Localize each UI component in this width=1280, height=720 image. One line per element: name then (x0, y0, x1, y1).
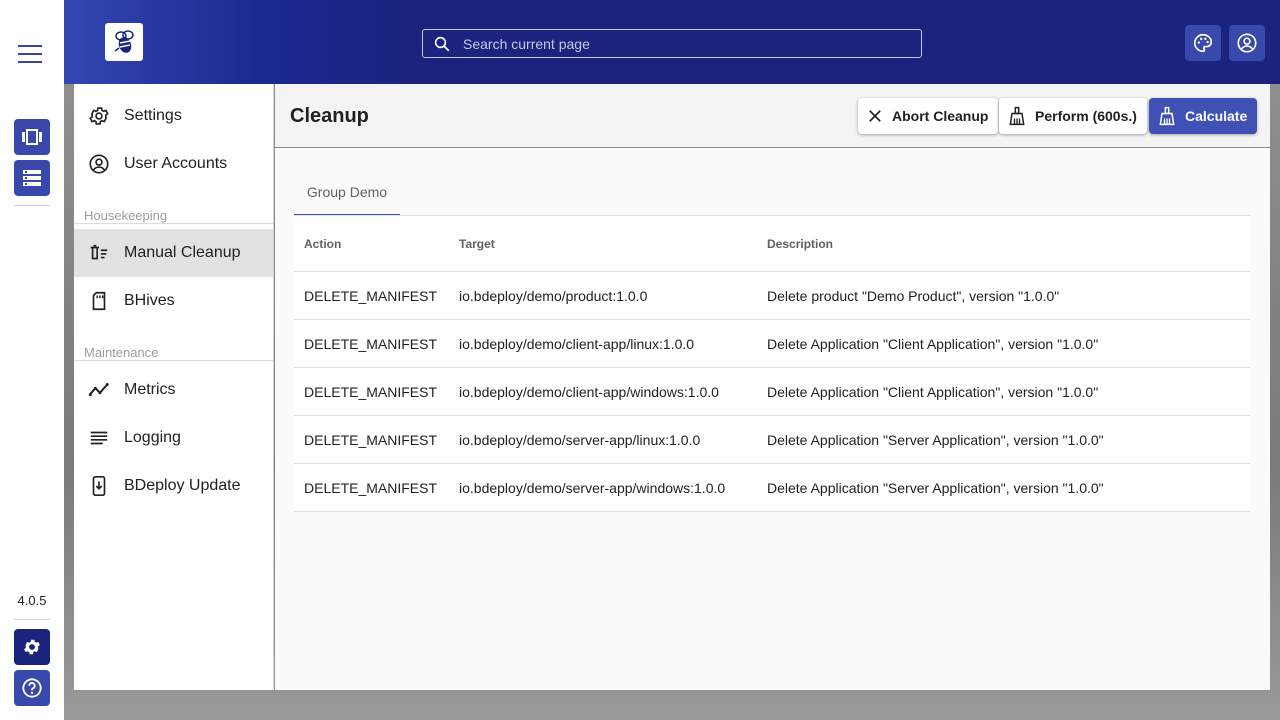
sidebar-item-label: User Accounts (124, 155, 228, 172)
cell-action: DELETE_MANIFEST (304, 287, 438, 304)
user-account-icon[interactable] (1229, 25, 1265, 61)
bee-logo-icon[interactable] (105, 23, 143, 61)
search-input[interactable] (455, 35, 921, 52)
table-row[interactable]: DELETE_MANIFEST io.bdeploy/demo/server-a… (294, 416, 1250, 464)
sidebar-item-logging[interactable]: Logging (74, 414, 273, 462)
table-row[interactable]: DELETE_MANIFEST io.bdeploy/demo/client-a… (294, 320, 1250, 368)
cell-action: DELETE_MANIFEST (304, 431, 438, 448)
sidebar-item-bhives[interactable]: BHives (74, 277, 273, 325)
cell-target: io.bdeploy/demo/client-app/linux:1.0.0 (459, 335, 695, 352)
sidebar-item-label: BDeploy Update (124, 477, 241, 494)
cell-description: Delete Application "Server Application",… (767, 431, 1104, 448)
sidebar-item-metrics[interactable]: Metrics (74, 366, 273, 414)
instances-icon[interactable] (14, 119, 50, 155)
table-row[interactable]: DELETE_MANIFEST io.bdeploy/demo/server-a… (294, 464, 1250, 512)
admin-sidebar: Settings User Accounts Housekeeping Manu… (74, 84, 274, 690)
search-icon (429, 35, 455, 53)
sidebar-item-label: Logging (124, 429, 181, 446)
table-row[interactable]: DELETE_MANIFEST io.bdeploy/demo/product:… (294, 272, 1250, 320)
sidebar-item-label: Metrics (124, 381, 176, 398)
cell-description: Delete Application "Server Application",… (767, 479, 1104, 496)
column-header-description[interactable]: Description (757, 237, 1250, 251)
main-rail: 4.0.5 (0, 0, 64, 720)
help-icon[interactable] (14, 670, 50, 706)
broom-icon (1157, 106, 1177, 126)
menu-icon[interactable] (18, 45, 46, 65)
column-header-target[interactable]: Target (449, 237, 757, 251)
cell-target: io.bdeploy/demo/server-app/windows:1.0.0 (459, 479, 726, 496)
cell-description: Delete Application "Client Application",… (767, 335, 1099, 352)
rail-divider (14, 205, 50, 206)
cleanup-table: Action Target Description DELETE_MANIFES… (294, 216, 1250, 512)
calculate-label: Calculate (1185, 108, 1248, 124)
column-header-action[interactable]: Action (294, 237, 449, 251)
version-label: 4.0.5 (17, 593, 47, 608)
perform-cleanup-label: Perform (600s.) (1035, 108, 1137, 124)
page-title: Cleanup (290, 105, 369, 127)
abort-cleanup-label: Abort Cleanup (892, 108, 989, 124)
cell-action: DELETE_MANIFEST (304, 335, 438, 352)
gear-icon (74, 105, 124, 127)
cell-target: io.bdeploy/demo/product:1.0.0 (459, 287, 648, 304)
cell-target: io.bdeploy/demo/client-app/windows:1.0.0 (459, 383, 719, 400)
search-box[interactable] (422, 29, 922, 58)
cell-description: Delete product "Demo Product", version "… (767, 287, 1060, 304)
section-divider (74, 360, 273, 361)
sidebar-item-manual-cleanup[interactable]: Manual Cleanup (74, 229, 273, 277)
section-divider (74, 223, 273, 224)
close-icon (866, 107, 884, 125)
delete-sweep-icon (74, 242, 124, 264)
section-label-housekeeping: Housekeeping (84, 208, 168, 223)
lines-icon (74, 427, 124, 449)
rail-divider (14, 619, 50, 620)
account-circle-icon (74, 153, 124, 175)
cell-action: DELETE_MANIFEST (304, 383, 438, 400)
table-row[interactable]: DELETE_MANIFEST io.bdeploy/demo/client-a… (294, 368, 1250, 416)
servers-icon[interactable] (14, 160, 50, 196)
timeline-icon (74, 379, 124, 401)
sidebar-item-label: Settings (124, 107, 182, 124)
system-update-icon (74, 475, 124, 497)
cleanup-page: Cleanup Abort Cleanup Perform (600s.) Ca… (275, 84, 1270, 690)
calculate-button[interactable]: Calculate (1149, 98, 1258, 134)
admin-gear-icon[interactable] (14, 629, 50, 665)
app-header (64, 0, 1280, 84)
table-header-row: Action Target Description (294, 216, 1250, 272)
cell-action: DELETE_MANIFEST (304, 479, 438, 496)
page-toolbar: Cleanup Abort Cleanup Perform (600s.) Ca… (275, 84, 1270, 148)
sidebar-item-label: Manual Cleanup (124, 244, 241, 261)
tab-group-demo[interactable]: Group Demo (294, 176, 400, 216)
section-label-maintenance: Maintenance (84, 345, 159, 360)
abort-cleanup-button[interactable]: Abort Cleanup (858, 98, 999, 134)
cell-description: Delete Application "Client Application",… (767, 383, 1099, 400)
cell-target: io.bdeploy/demo/server-app/linux:1.0.0 (459, 431, 701, 448)
palette-icon[interactable] (1185, 25, 1221, 61)
perform-cleanup-button[interactable]: Perform (600s.) (999, 98, 1147, 134)
sidebar-item-settings[interactable]: Settings (74, 92, 273, 140)
sidebar-item-label: BHives (124, 292, 175, 309)
broom-icon (1007, 106, 1027, 126)
sd-card-icon (74, 290, 124, 312)
sidebar-item-user-accounts[interactable]: User Accounts (74, 140, 273, 188)
sidebar-item-bdeploy-update[interactable]: BDeploy Update (74, 462, 273, 510)
